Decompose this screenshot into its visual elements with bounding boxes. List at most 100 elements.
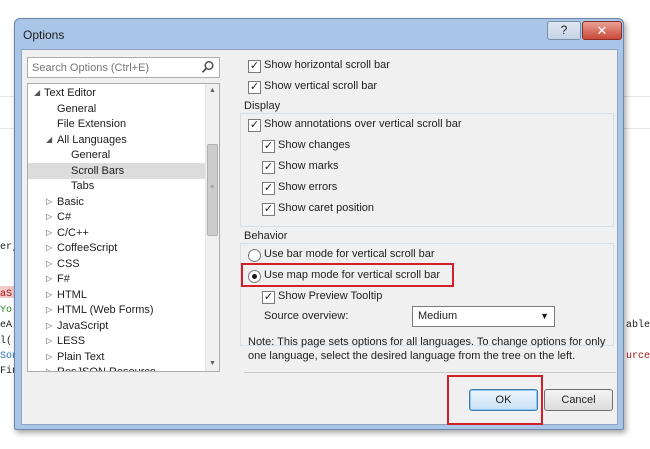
chevron-down-icon[interactable]: ▼	[540, 307, 549, 326]
collapse-arrow-icon[interactable]: ◢	[34, 85, 44, 101]
tree-item-general[interactable]: General	[28, 101, 207, 117]
editor-code-fragment: urce	[626, 351, 650, 362]
options-dialog: Options ? ✕ ◢ Text Editor General File E…	[14, 18, 624, 430]
tree-item-label: C/C++	[57, 227, 89, 239]
tree-item-plain-text[interactable]: ▷ Plain Text	[28, 349, 207, 365]
tree-item-label: File Extension	[57, 118, 127, 130]
tree-item-text-editor[interactable]: ◢ Text Editor	[28, 85, 207, 101]
select-value: Medium	[418, 310, 458, 322]
editor-code-fragment: eA	[0, 320, 13, 331]
tree-item-html-web-forms[interactable]: ▷ HTML (Web Forms)	[28, 302, 207, 318]
tree-item-cpp[interactable]: ▷ C/C++	[28, 225, 207, 241]
expand-arrow-icon[interactable]: ▷	[46, 225, 56, 241]
expand-arrow-icon[interactable]: ▷	[46, 333, 56, 349]
checkbox-label: Show changes	[278, 139, 351, 151]
tree-item-resjson-resource[interactable]: ▷ ResJSON Resource	[28, 364, 207, 372]
tree-scrollbar[interactable]: ▲ ≡ ▼	[205, 84, 219, 371]
expand-arrow-icon[interactable]: ▷	[46, 194, 56, 210]
editor-code-fragment: l(	[0, 336, 13, 347]
tree-item-label: CSS	[57, 258, 80, 270]
expand-arrow-icon[interactable]: ▷	[46, 271, 56, 287]
display-group-label: Display	[244, 100, 281, 112]
tree-item-label: Basic	[57, 196, 84, 208]
options-tree: ◢ Text Editor General File Extension ◢ A…	[27, 83, 220, 372]
checkbox-checked-icon[interactable]: ✓	[262, 203, 275, 216]
tree-item-javascript[interactable]: ▷ JavaScript	[28, 318, 207, 334]
tree-item-label: All Languages	[57, 134, 127, 146]
checkbox-checked-icon[interactable]: ✓	[248, 119, 261, 132]
tree-item-less[interactable]: ▷ LESS	[28, 333, 207, 349]
dialog-client-area: ◢ Text Editor General File Extension ◢ A…	[21, 49, 618, 425]
editor-code-fragment: Yo	[0, 305, 13, 316]
tree-item-label: C#	[57, 211, 72, 223]
checkbox-checked-icon[interactable]: ✓	[262, 291, 275, 304]
checkbox-label: Show horizontal scroll bar	[264, 59, 390, 71]
ok-button[interactable]: OK	[469, 389, 538, 411]
tree-item-label: General	[71, 149, 111, 161]
editor-code-fragment: aS	[0, 289, 13, 300]
search-icon[interactable]	[201, 60, 215, 74]
radio-unselected-icon[interactable]	[248, 249, 261, 262]
tree-item-basic[interactable]: ▷ Basic	[28, 194, 207, 210]
tree-item-coffeescript[interactable]: ▷ CoffeeScript	[28, 240, 207, 256]
expand-arrow-icon[interactable]: ▷	[46, 364, 56, 371]
tree-item-label: JavaScript	[57, 320, 109, 332]
checkbox-checked-icon[interactable]: ✓	[248, 60, 261, 73]
checkbox-checked-icon[interactable]: ✓	[262, 140, 275, 153]
radio-label: Use bar mode for vertical scroll bar	[264, 248, 435, 260]
tree-item-label: ResJSON Resource	[57, 366, 157, 372]
expand-arrow-icon[interactable]: ▷	[46, 302, 56, 318]
checkbox-label: Show vertical scroll bar	[264, 80, 378, 92]
checkbox-label: Show annotations over vertical scroll ba…	[264, 118, 462, 130]
radio-label: Use map mode for vertical scroll bar	[264, 269, 441, 281]
dialog-title: Options	[23, 28, 65, 42]
tree-item-label: HTML (Web Forms)	[57, 304, 154, 316]
expand-arrow-icon[interactable]: ▷	[46, 287, 56, 303]
tree-item-label: Scroll Bars	[71, 165, 125, 177]
footer-separator	[244, 372, 616, 373]
tree-item-tabs[interactable]: Tabs	[28, 178, 207, 194]
expand-arrow-icon[interactable]: ▷	[46, 256, 56, 272]
tree-item-label: F#	[57, 273, 70, 285]
help-button[interactable]: ?	[547, 21, 581, 40]
collapse-arrow-icon[interactable]: ◢	[46, 132, 56, 148]
search-box[interactable]	[27, 57, 220, 78]
dialog-title-bar[interactable]: Options ? ✕	[15, 19, 623, 49]
tree-item-csharp[interactable]: ▷ C#	[28, 209, 207, 225]
tree-item-scroll-bars[interactable]: Scroll Bars	[28, 163, 207, 179]
search-input[interactable]	[30, 59, 194, 76]
expand-arrow-icon[interactable]: ▷	[46, 349, 56, 365]
expand-arrow-icon[interactable]: ▷	[46, 209, 56, 225]
tree-item-label: General	[57, 103, 97, 115]
source-overview-select[interactable]: Medium ▼	[412, 306, 555, 327]
tree-item-label: HTML	[57, 289, 87, 301]
radio-selected-icon[interactable]	[248, 270, 261, 283]
checkbox-checked-icon[interactable]: ✓	[262, 161, 275, 174]
close-button[interactable]: ✕	[582, 21, 622, 40]
tree-item-label: LESS	[57, 335, 86, 347]
tree-item-all-languages[interactable]: ◢ All Languages	[28, 132, 207, 148]
checkbox-label: Show marks	[278, 160, 339, 172]
note-text: Note: This page sets options for all lan…	[248, 336, 606, 362]
behavior-group-label: Behavior	[244, 230, 288, 242]
checkbox-label: Show caret position	[278, 202, 374, 214]
tree-item-label: Plain Text	[57, 351, 105, 363]
expand-arrow-icon[interactable]: ▷	[46, 240, 56, 256]
checkbox-label: Show errors	[278, 181, 338, 193]
expand-arrow-icon[interactable]: ▷	[46, 318, 56, 334]
tree-item-all-languages-general[interactable]: General	[28, 147, 207, 163]
cancel-button[interactable]: Cancel	[544, 389, 613, 411]
tree-item-fsharp[interactable]: ▷ F#	[28, 271, 207, 287]
source-overview-label: Source overview:	[264, 310, 349, 322]
tree-item-html[interactable]: ▷ HTML	[28, 287, 207, 303]
scrollbar-thumb[interactable]: ≡	[207, 144, 218, 236]
tree-item-file-extension[interactable]: File Extension	[28, 116, 207, 132]
checkbox-checked-icon[interactable]: ✓	[262, 182, 275, 195]
tree-item-css[interactable]: ▷ CSS	[28, 256, 207, 272]
checkbox-label: Show Preview Tooltip	[278, 290, 383, 302]
tree-item-label: Text Editor	[44, 87, 96, 99]
grip-icon: ≡	[210, 184, 215, 191]
scroll-up-icon[interactable]: ▲	[206, 84, 219, 98]
checkbox-checked-icon[interactable]: ✓	[248, 81, 261, 94]
scroll-down-icon[interactable]: ▼	[206, 357, 219, 371]
